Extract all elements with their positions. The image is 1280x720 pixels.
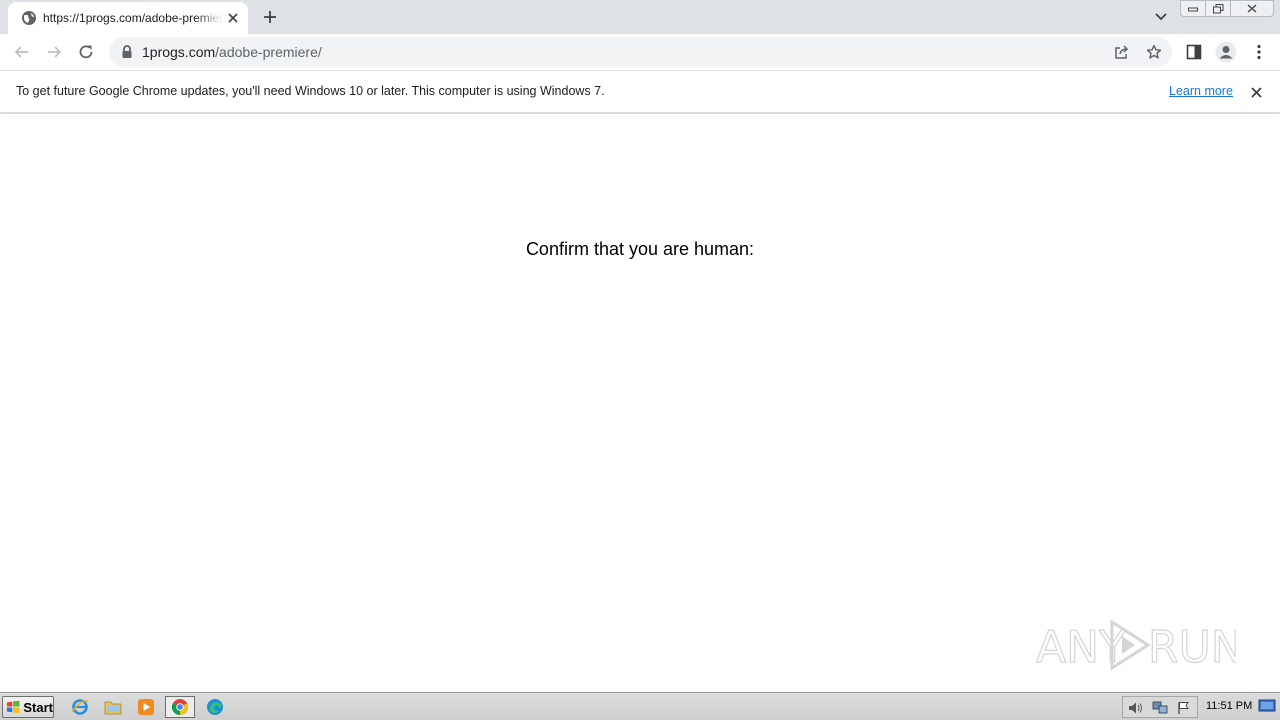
system-tray (1122, 696, 1198, 718)
globe-icon (22, 11, 36, 25)
taskbar-clock[interactable]: 11:51 PM (1206, 700, 1252, 712)
taskbar-internet-explorer[interactable] (68, 696, 92, 718)
taskbar-chrome[interactable] (165, 696, 195, 718)
star-icon (1146, 44, 1162, 59)
tab-close-button[interactable] (224, 9, 242, 27)
new-tab-button[interactable] (258, 5, 282, 29)
browser-tab[interactable]: https://1progs.com/adobe-premiere/ (8, 2, 248, 34)
back-button[interactable] (8, 38, 36, 66)
arrow-left-icon (14, 46, 28, 58)
taskbar-edge[interactable] (203, 696, 227, 718)
window-close-button[interactable] (1230, 0, 1274, 17)
close-icon (1250, 86, 1262, 98)
anyrun-watermark-logo: ANY RUN (1036, 619, 1236, 674)
start-label: Start (23, 699, 53, 715)
reload-icon (79, 45, 93, 59)
window-controls (1180, 0, 1274, 18)
chrome-icon (171, 699, 189, 716)
browser-toolbar: 1progs.com/adobe-premiere/ (0, 34, 1280, 71)
side-panel-button[interactable] (1180, 38, 1208, 66)
show-desktop-button[interactable] (1258, 697, 1276, 715)
bookmark-button[interactable] (1143, 42, 1165, 62)
more-vert-icon (1257, 44, 1261, 60)
flag-icon (1178, 702, 1189, 714)
close-icon (1247, 4, 1257, 13)
tab-title: https://1progs.com/adobe-premiere/ (43, 11, 223, 25)
menu-button[interactable] (1245, 38, 1273, 66)
taskbar-media-player[interactable] (134, 696, 158, 718)
tray-action-center[interactable] (1175, 700, 1193, 716)
play-inner-icon (1122, 636, 1135, 654)
profile-button[interactable] (1212, 38, 1240, 66)
windows-taskbar: Start 11:51 PM (0, 692, 1280, 720)
lock-icon[interactable] (120, 44, 134, 60)
edge-icon (207, 699, 223, 715)
internet-explorer-icon (71, 699, 89, 715)
taskbar-file-explorer[interactable] (101, 696, 125, 718)
forward-button[interactable] (40, 38, 68, 66)
close-icon (228, 13, 238, 23)
plus-icon (264, 11, 276, 23)
avatar-icon (1215, 41, 1237, 63)
url-path: /adobe-premiere/ (215, 44, 322, 60)
tab-search-button[interactable] (1150, 6, 1172, 28)
start-button[interactable]: Start (2, 696, 54, 718)
address-bar[interactable]: 1progs.com/adobe-premiere/ (109, 37, 1172, 67)
learn-more-link[interactable]: Learn more (1169, 84, 1233, 98)
page-content: Confirm that you are human: ANY RUN (0, 114, 1280, 692)
infobar-message: To get future Google Chrome updates, you… (16, 84, 605, 98)
windows-logo-icon (6, 700, 20, 714)
network-icon (1152, 701, 1168, 714)
media-player-icon (138, 699, 154, 715)
url-host: 1progs.com (142, 44, 216, 60)
restore-icon (1212, 3, 1223, 13)
minimize-button[interactable] (1180, 0, 1206, 17)
infobar-close-button[interactable] (1247, 83, 1265, 101)
share-button[interactable] (1111, 42, 1133, 62)
minimize-icon (1188, 7, 1198, 11)
tab-strip: https://1progs.com/adobe-premiere/ (0, 0, 1280, 34)
speaker-icon (1129, 702, 1142, 714)
share-icon (1115, 45, 1129, 59)
tray-volume[interactable] (1127, 700, 1145, 716)
url-text[interactable]: 1progs.com/adobe-premiere/ (142, 44, 322, 60)
chevron-down-icon (1155, 13, 1167, 21)
side-panel-icon (1186, 44, 1202, 60)
tray-network[interactable] (1151, 700, 1169, 716)
update-infobar: To get future Google Chrome updates, you… (0, 71, 1280, 113)
arrow-right-icon (48, 46, 62, 58)
page-headline: Confirm that you are human: (525, 239, 755, 259)
restore-button[interactable] (1205, 0, 1231, 17)
file-explorer-icon (104, 701, 122, 715)
watermark-text-right: RUN (1148, 622, 1236, 673)
reload-button[interactable] (72, 38, 100, 66)
